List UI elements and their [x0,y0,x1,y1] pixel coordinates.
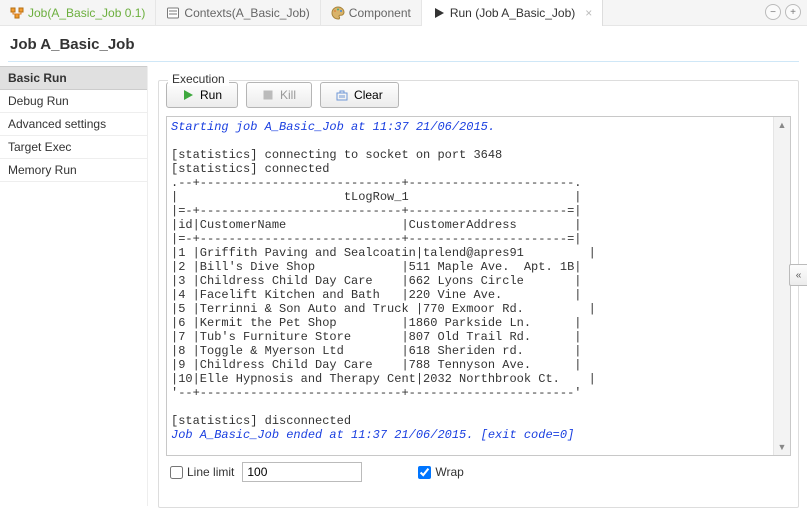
tab-run[interactable]: Run (Job A_Basic_Job) × [422,0,603,26]
tab-contexts[interactable]: Contexts(A_Basic_Job) [156,0,320,26]
maximize-button[interactable]: + [785,4,801,20]
main-panel: Execution Run Kill Clear Starting job A_… [148,66,807,506]
button-label: Clear [354,88,383,102]
sidebar-item-basic-run[interactable]: Basic Run [0,66,147,90]
run-sidebar: Basic Run Debug Run Advanced settings Ta… [0,66,148,506]
kill-button[interactable]: Kill [246,82,312,108]
tab-component[interactable]: Component [321,0,422,26]
clear-button[interactable]: Clear [320,82,399,108]
contexts-icon [166,6,180,20]
close-tab-icon[interactable]: × [585,6,592,20]
play-icon [182,89,194,101]
tab-job[interactable]: Job(A_Basic_Job 0.1) [0,0,156,26]
job-icon [10,6,24,20]
sidebar-item-target-exec[interactable]: Target Exec [0,136,147,159]
console-footer: Line limit Wrap [166,462,791,482]
palette-icon [331,6,345,20]
tab-label: Job(A_Basic_Job 0.1) [28,6,145,20]
tab-label: Contexts(A_Basic_Job) [184,6,309,20]
sidebar-item-memory-run[interactable]: Memory Run [0,159,147,182]
line-limit-checkbox-label[interactable]: Line limit [170,465,234,479]
sidebar-item-debug-run[interactable]: Debug Run [0,90,147,113]
sidebar-item-advanced-settings[interactable]: Advanced settings [0,113,147,136]
group-title: Execution [168,72,229,86]
stop-icon [262,89,274,101]
tab-label: Run (Job A_Basic_Job) [450,6,575,20]
wrap-checkbox[interactable] [418,466,431,479]
button-label: Run [200,88,222,102]
line-limit-text: Line limit [187,465,234,479]
minimize-button[interactable]: − [765,4,781,20]
tab-label: Component [349,6,411,20]
line-limit-input[interactable] [242,462,362,482]
body-layout: Basic Run Debug Run Advanced settings Ta… [0,66,807,506]
console-output[interactable]: Starting job A_Basic_Job at 11:37 21/06/… [167,117,790,445]
wrap-checkbox-label[interactable]: Wrap [418,465,463,479]
line-limit-checkbox[interactable] [170,466,183,479]
console-container: Starting job A_Basic_Job at 11:37 21/06/… [166,116,791,456]
run-tab-icon [432,6,446,20]
wrap-text: Wrap [435,465,463,479]
button-label: Kill [280,88,296,102]
tab-bar-controls: − + [765,4,801,20]
scroll-down-icon[interactable]: ▼ [774,439,790,455]
collapse-panel-button[interactable]: « [789,264,807,286]
vertical-scrollbar[interactable]: ▲ ▼ [773,117,790,455]
title-divider [8,61,799,62]
scroll-up-icon[interactable]: ▲ [774,117,790,133]
clear-icon [336,89,348,101]
scroll-track[interactable] [774,133,790,439]
execution-group: Execution Run Kill Clear Starting job A_… [158,72,799,508]
page-title: Job A_Basic_Job [0,26,807,61]
execution-toolbar: Run Kill Clear [166,82,791,108]
top-tab-bar: Job(A_Basic_Job 0.1) Contexts(A_Basic_Jo… [0,0,807,26]
